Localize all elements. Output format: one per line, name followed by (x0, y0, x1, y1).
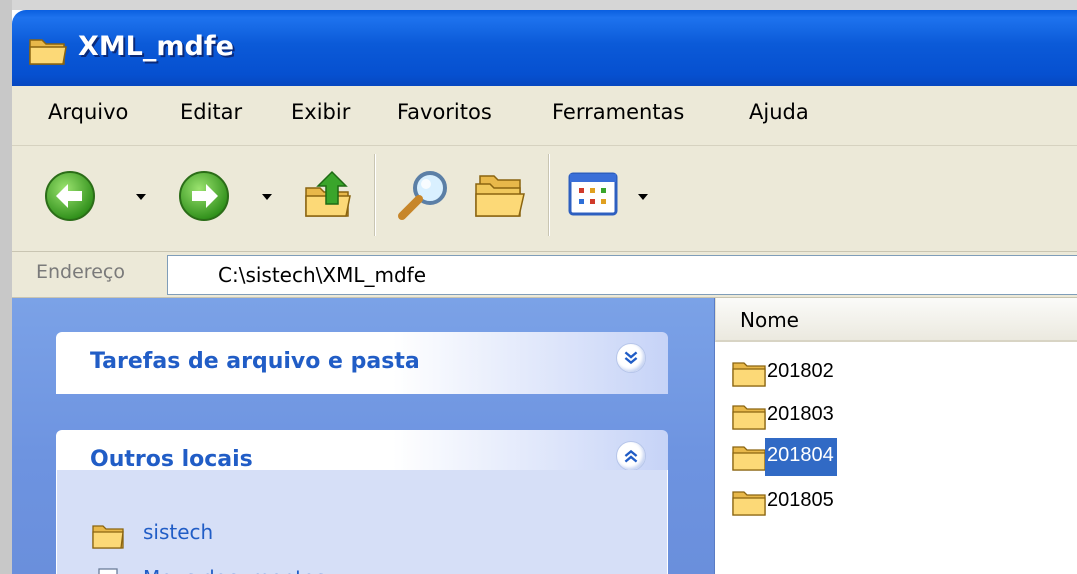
menu-ferramentas[interactable]: Ferramentas (552, 100, 684, 124)
menu-bar: Arquivo Editar Exibir Favoritos Ferramen… (12, 86, 1077, 146)
forward-dropdown-arrow[interactable] (262, 194, 272, 200)
link-my-documents[interactable]: Meus documentos (91, 564, 391, 574)
chevron-down-icon[interactable] (616, 343, 646, 373)
views-dropdown-arrow[interactable] (638, 194, 648, 200)
file-name: 201805 (767, 489, 834, 511)
file-name: 201803 (767, 403, 834, 425)
folder-icon (732, 405, 766, 430)
views-icon[interactable] (568, 172, 620, 216)
my-documents-icon (98, 568, 118, 574)
link-label: Meus documentos (143, 566, 326, 574)
link-label: sistech (143, 520, 214, 544)
column-header-label: Nome (740, 308, 799, 332)
toolbar (12, 146, 1077, 252)
file-item[interactable]: 201805 (731, 482, 931, 520)
address-label: Endereço (36, 261, 125, 283)
folder-icon (732, 491, 766, 516)
up-folder-icon[interactable] (302, 166, 358, 222)
search-icon[interactable] (394, 166, 454, 226)
chevron-up-icon[interactable] (616, 441, 646, 471)
toolbar-separator (548, 154, 550, 236)
file-name: 201804 (765, 438, 837, 476)
folder-icon (92, 525, 124, 549)
panel-file-folder-tasks[interactable]: Tarefas de arquivo e pasta (56, 332, 668, 394)
column-header-name[interactable]: Nome (715, 298, 1077, 342)
address-input[interactable]: C:\sistech\XML_mdfe (167, 255, 1077, 295)
address-value: C:\sistech\XML_mdfe (218, 263, 427, 287)
menu-exibir[interactable]: Exibir (291, 100, 350, 124)
other-places-body: sistech Meus documentos (56, 470, 668, 574)
menu-arquivo[interactable]: Arquivo (48, 100, 128, 124)
file-name: 201802 (767, 360, 834, 382)
back-icon[interactable] (44, 170, 96, 222)
menu-favoritos[interactable]: Favoritos (397, 100, 492, 124)
folder-icon (29, 39, 67, 65)
file-list: Nome 201802 201803 201804 201805 (715, 298, 1077, 574)
desktop-edge-left (0, 0, 12, 574)
toolbar-separator (374, 154, 376, 236)
desktop-edge-top (0, 0, 1077, 10)
forward-icon[interactable] (178, 170, 230, 222)
folder-icon (732, 446, 766, 471)
task-pane: Tarefas de arquivo e pasta Outros locais… (12, 298, 715, 574)
link-sistech[interactable]: sistech (91, 518, 391, 552)
menu-ajuda[interactable]: Ajuda (749, 100, 809, 124)
panel-title: Outros locais (90, 447, 253, 472)
explorer-window: XML_mdfe Arquivo Editar Exibir Favoritos… (12, 10, 1077, 574)
window-title: XML_mdfe (78, 31, 234, 62)
menu-editar[interactable]: Editar (180, 100, 242, 124)
back-dropdown-arrow[interactable] (136, 194, 146, 200)
file-item-selected[interactable]: 201804 (731, 437, 931, 476)
folder-icon (732, 362, 766, 387)
file-item[interactable]: 201802 (731, 353, 931, 391)
file-item[interactable]: 201803 (731, 396, 931, 434)
address-bar: Endereço C:\sistech\XML_mdfe (12, 252, 1077, 298)
title-bar[interactable]: XML_mdfe (12, 10, 1077, 86)
panel-title: Tarefas de arquivo e pasta (90, 349, 420, 374)
folders-icon[interactable] (472, 170, 530, 220)
